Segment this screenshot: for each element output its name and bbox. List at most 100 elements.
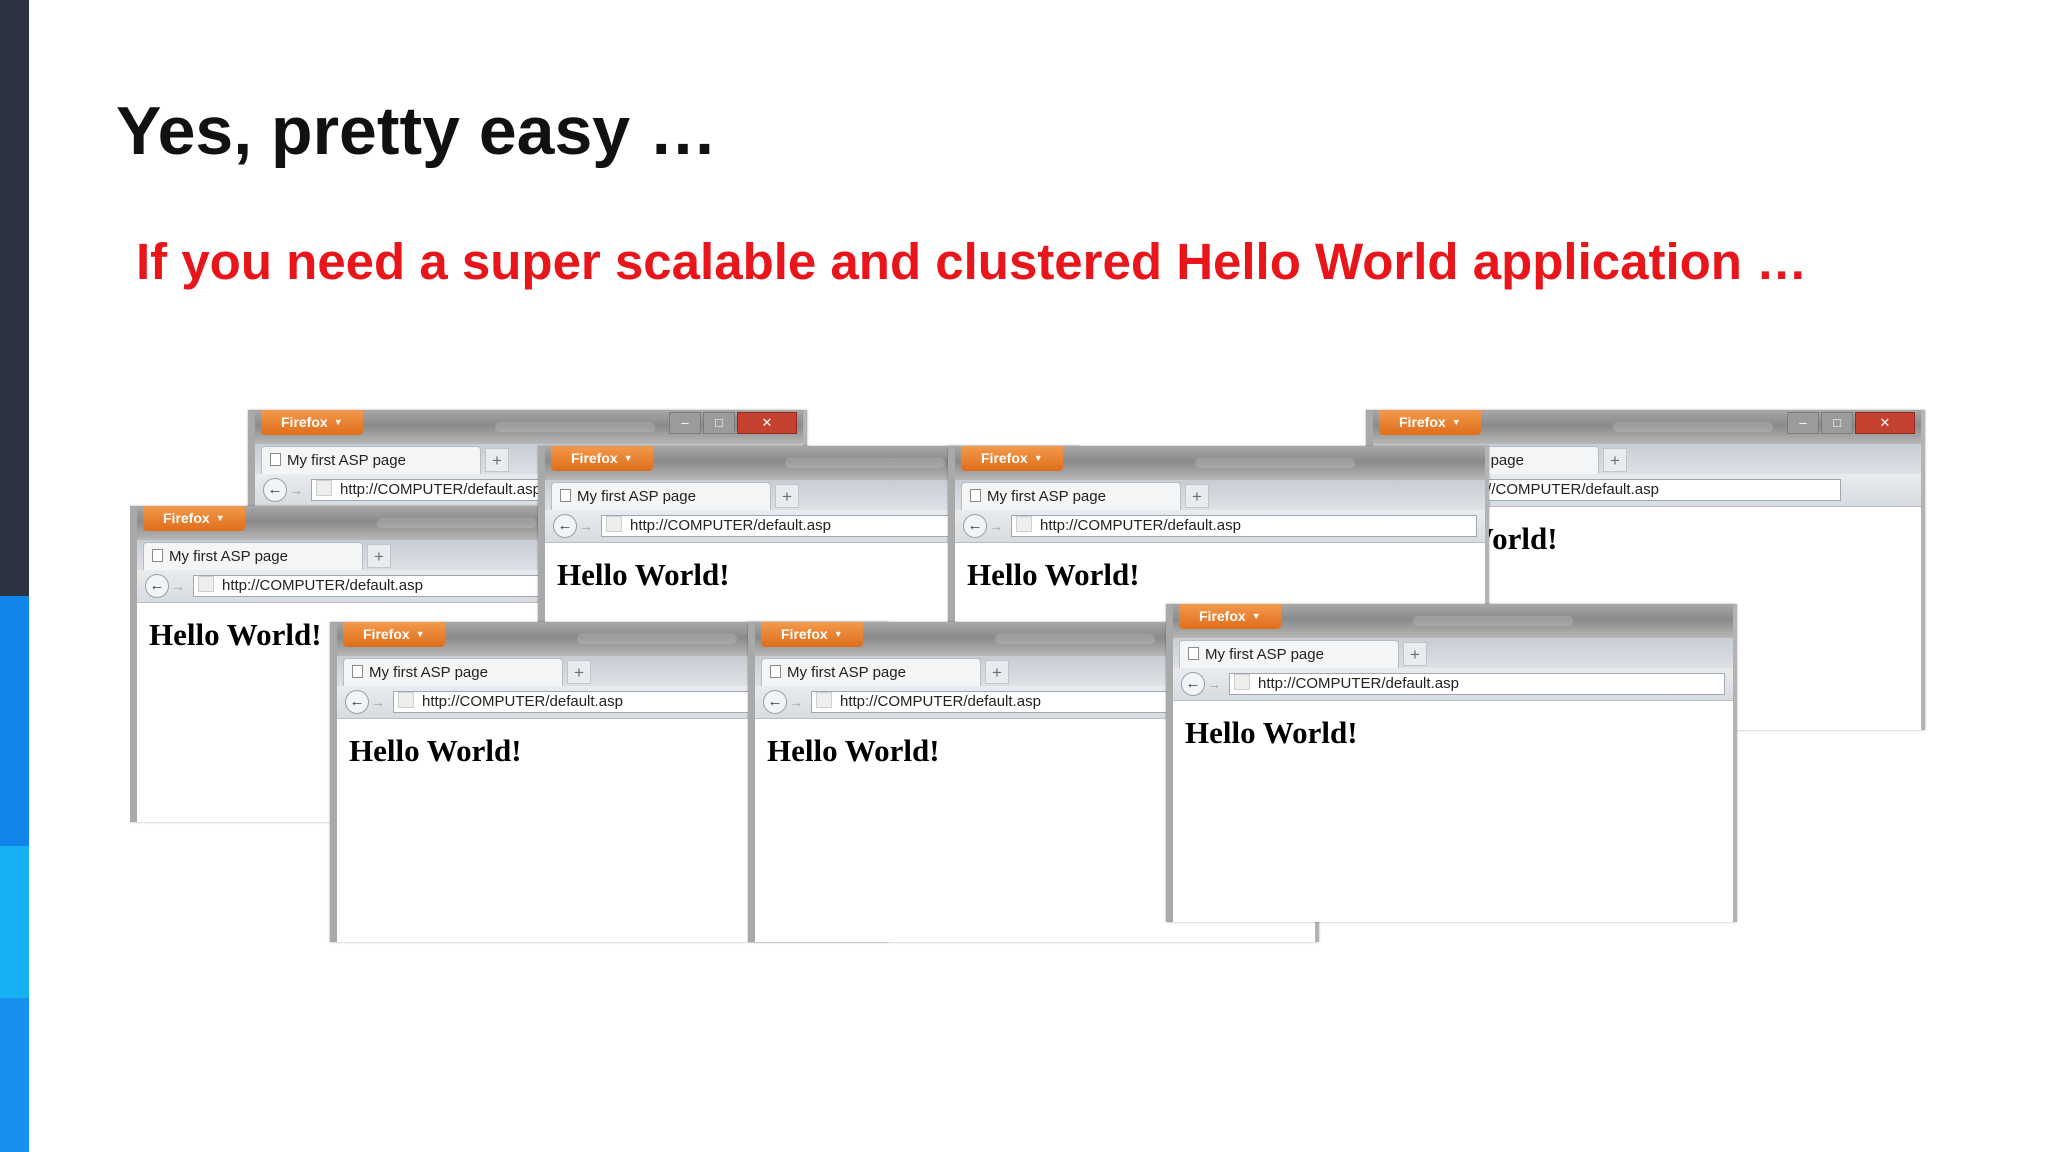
plus-icon[interactable]: + [985, 660, 1009, 684]
page-icon [970, 489, 981, 502]
forward-arrow-icon[interactable]: → [789, 692, 803, 712]
forward-arrow-icon[interactable]: → [289, 480, 303, 500]
site-icon [606, 516, 622, 532]
back-arrow-icon[interactable]: ← [553, 514, 577, 538]
caret-down-icon: ▼ [333, 417, 343, 427]
tab-strip: My first ASP page + [955, 480, 1485, 510]
browser-tab[interactable]: My first ASP page [761, 658, 981, 686]
url-text: http://COMPUTER/default.asp [1040, 517, 1241, 534]
caret-down-icon: ▼ [1451, 417, 1461, 427]
browser-tab[interactable]: My first ASP page [961, 482, 1181, 510]
minimize-icon[interactable]: – [1787, 412, 1819, 434]
firefox-menu-label: Firefox [1399, 414, 1446, 430]
close-icon[interactable]: ✕ [737, 412, 797, 434]
title-bar: Firefox ▼ – □ ✕ [255, 410, 803, 444]
forward-arrow-icon[interactable]: → [579, 516, 593, 536]
firefox-menu-label: Firefox [363, 626, 410, 642]
firefox-menu-button[interactable]: Firefox ▼ [143, 506, 245, 531]
caret-down-icon: ▼ [215, 513, 225, 523]
firefox-menu-button[interactable]: Firefox ▼ [551, 446, 653, 471]
plus-icon[interactable]: + [1185, 484, 1209, 508]
firefox-menu-label: Firefox [281, 414, 328, 430]
forward-arrow-icon[interactable]: → [989, 516, 1003, 536]
back-arrow-icon[interactable]: ← [145, 574, 169, 598]
plus-icon[interactable]: + [1403, 642, 1427, 666]
hello-heading: Hello World! [967, 557, 1140, 592]
site-icon [316, 480, 332, 496]
page-icon [560, 489, 571, 502]
caret-down-icon: ▼ [1251, 611, 1261, 621]
tab-title: My first ASP page [169, 548, 288, 565]
nav-bar: ← → http://COMPUTER/default.asp [1173, 668, 1733, 701]
page-icon [352, 665, 363, 678]
caret-down-icon: ▼ [415, 629, 425, 639]
url-text: http://COMPUTER/default.asp [630, 517, 831, 534]
plus-icon[interactable]: + [775, 484, 799, 508]
tab-strip: My first ASP page + [1173, 638, 1733, 668]
tab-title: My first ASP page [1205, 646, 1324, 663]
url-bar[interactable]: http://COMPUTER/default.asp [1011, 515, 1477, 537]
title-bar: Firefox ▼ [1173, 604, 1733, 638]
window-controls: – □ ✕ [667, 412, 797, 434]
forward-arrow-icon[interactable]: → [171, 576, 185, 596]
firefox-menu-button[interactable]: Firefox ▼ [343, 622, 445, 647]
firefox-menu-label: Firefox [1199, 608, 1246, 624]
firefox-menu-label: Firefox [163, 510, 210, 526]
firefox-menu-button[interactable]: Firefox ▼ [1179, 604, 1281, 629]
browser-collage: Firefox ▼ – □ ✕ My first ASP page + ← → h… [130, 408, 1930, 948]
page-content: Hello World! [1173, 701, 1733, 751]
page-content: Hello World! [955, 543, 1485, 593]
site-icon [398, 692, 414, 708]
tab-title: My first ASP page [787, 664, 906, 681]
forward-arrow-icon[interactable]: → [371, 692, 385, 712]
plus-icon[interactable]: + [567, 660, 591, 684]
firefox-menu-button[interactable]: Firefox ▼ [961, 446, 1063, 471]
browser-tab[interactable]: My first ASP page [343, 658, 563, 686]
browser-tab[interactable]: My first ASP page [261, 446, 481, 474]
url-text: http://COMPUTER/default.asp [222, 577, 423, 594]
site-icon [1016, 516, 1032, 532]
firefox-menu-label: Firefox [781, 626, 828, 642]
browser-tab[interactable]: My first ASP page [551, 482, 771, 510]
browser-tab[interactable]: My first ASP page [1179, 640, 1399, 668]
maximize-icon[interactable]: □ [1821, 412, 1853, 434]
plus-icon[interactable]: + [367, 544, 391, 568]
accent-bar-light-blue [0, 998, 29, 1152]
firefox-menu-button[interactable]: Firefox ▼ [1379, 410, 1481, 435]
back-arrow-icon[interactable]: ← [345, 690, 369, 714]
firefox-menu-button[interactable]: Firefox ▼ [761, 622, 863, 647]
page-icon [1188, 647, 1199, 660]
minimize-icon[interactable]: – [669, 412, 701, 434]
window-controls: – □ ✕ [1785, 412, 1915, 434]
page-icon [270, 453, 281, 466]
slide-title: Yes, pretty easy … [116, 93, 718, 169]
url-bar[interactable]: http://COMPUTER/default.asp [1229, 673, 1725, 695]
tab-title: My first ASP page [369, 664, 488, 681]
url-bar[interactable]: http://COMPUTER/default.asp [1429, 479, 1841, 501]
page-icon [152, 549, 163, 562]
firefox-menu-button[interactable]: Firefox ▼ [261, 410, 363, 435]
back-arrow-icon[interactable]: ← [763, 690, 787, 714]
accent-bar-blue [0, 596, 29, 846]
maximize-icon[interactable]: □ [703, 412, 735, 434]
plus-icon[interactable]: + [1603, 448, 1627, 472]
close-icon[interactable]: ✕ [1855, 412, 1915, 434]
firefox-menu-label: Firefox [571, 450, 618, 466]
browser-window: Firefox ▼ My first ASP page + ← → http://… [1166, 604, 1737, 922]
title-bar: Firefox ▼ – □ ✕ [1373, 410, 1921, 444]
browser-tab[interactable]: My first ASP page [143, 542, 363, 570]
back-arrow-icon[interactable]: ← [963, 514, 987, 538]
back-arrow-icon[interactable]: ← [263, 478, 287, 502]
page-icon [770, 665, 781, 678]
accent-bar-cyan [0, 846, 29, 998]
back-arrow-icon[interactable]: ← [1181, 672, 1205, 696]
caret-down-icon: ▼ [1033, 453, 1043, 463]
site-icon [198, 576, 214, 592]
site-icon [816, 692, 832, 708]
url-text: http://COMPUTER/default.asp [1258, 675, 1459, 692]
plus-icon[interactable]: + [485, 448, 509, 472]
url-text: http://COMPUTER/default.asp [340, 481, 541, 498]
forward-arrow-icon[interactable]: → [1207, 674, 1221, 694]
slide-subtitle: If you need a super scalable and cluster… [136, 233, 1808, 290]
tab-title: My first ASP page [287, 452, 406, 469]
